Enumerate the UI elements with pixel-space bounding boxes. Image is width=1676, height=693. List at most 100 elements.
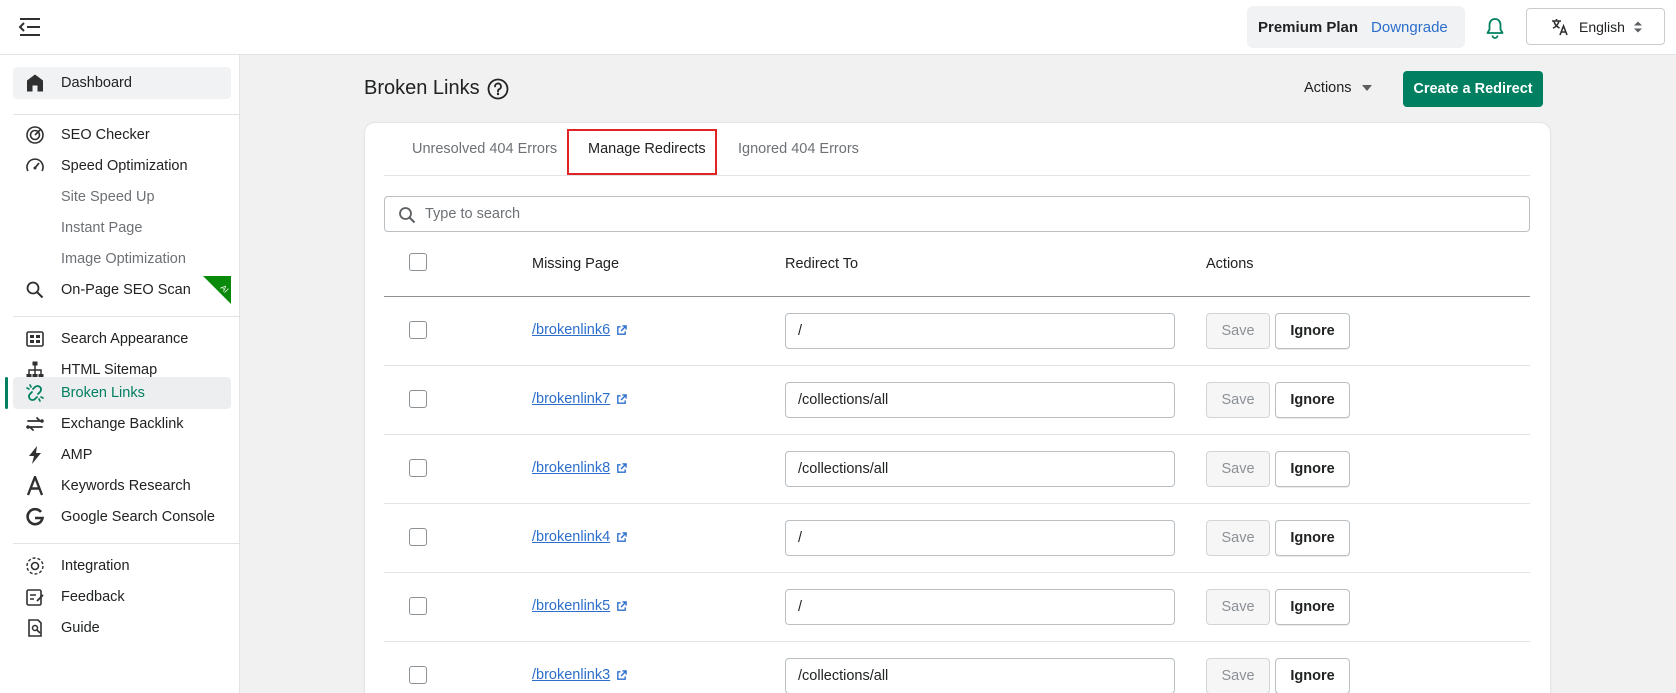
save-button[interactable]: Save <box>1206 589 1270 625</box>
row-checkbox[interactable] <box>409 390 427 408</box>
page-title: Broken Links <box>364 77 480 99</box>
actions-menu-label: Actions <box>1304 80 1352 96</box>
sidebar-item-label: Search Appearance <box>61 331 189 347</box>
redirect-to-input[interactable] <box>785 382 1175 418</box>
sidebar-item-label: Speed Optimization <box>61 158 188 174</box>
sidebar-item-label: Google Search Console <box>61 509 215 525</box>
missing-page-link[interactable]: /brokenlink7 <box>532 391 627 407</box>
column-header-actions: Actions <box>1206 256 1254 272</box>
external-link-icon <box>617 393 627 404</box>
search-box <box>384 196 1530 232</box>
sidebar-item-label: Exchange Backlink <box>61 416 184 432</box>
ai-badge: AI <box>203 276 231 304</box>
redirect-to-input[interactable] <box>785 520 1175 556</box>
row-checkbox[interactable] <box>409 459 427 477</box>
downgrade-link[interactable]: Downgrade <box>1371 19 1448 36</box>
sidebar-item-integration[interactable]: Integration <box>13 550 231 582</box>
save-button[interactable]: Save <box>1206 313 1270 349</box>
sidebar-item-exchange-backlink[interactable]: Exchange Backlink <box>13 408 231 440</box>
column-header-redirect-to: Redirect To <box>785 256 859 272</box>
sidebar-item-google-search-console[interactable]: Google Search Console <box>13 501 231 533</box>
active-indicator <box>5 377 8 409</box>
home-icon <box>27 74 43 92</box>
language-select[interactable]: English <box>1526 8 1665 45</box>
sidebar-divider <box>13 543 240 544</box>
create-redirect-button[interactable]: Create a Redirect <box>1403 71 1543 107</box>
sidebar-item-seo-checker[interactable]: SEO Checker <box>13 119 231 151</box>
row-checkbox[interactable] <box>409 597 427 615</box>
translate-icon <box>1552 18 1568 35</box>
sidebar-item-label: Keywords Research <box>61 478 191 494</box>
ignore-button[interactable]: Ignore <box>1275 658 1350 693</box>
search-input[interactable] <box>425 203 1515 225</box>
select-arrows-icon <box>1634 21 1642 33</box>
sidebar-item-search-appearance[interactable]: Search Appearance <box>13 323 231 355</box>
sidebar-item-speed-optimization[interactable]: Speed Optimization <box>13 150 231 182</box>
save-button[interactable]: Save <box>1206 520 1270 556</box>
sidebar-item-label: Dashboard <box>61 75 132 91</box>
sidebar-item-guide[interactable]: Guide <box>13 612 231 644</box>
menu-toggle-icon[interactable] <box>18 16 42 38</box>
help-icon[interactable] <box>487 78 509 100</box>
table-row: /brokenlink6 SaveIgnore <box>384 297 1530 366</box>
ignore-button[interactable]: Ignore <box>1275 589 1350 625</box>
row-checkbox[interactable] <box>409 666 427 684</box>
sidebar-item-label: Instant Page <box>61 220 143 236</box>
missing-page-link[interactable]: /brokenlink4 <box>532 529 627 545</box>
redirect-to-input[interactable] <box>785 313 1175 349</box>
sidebar-item-keywords-research[interactable]: Keywords Research <box>13 470 231 502</box>
sidebar-item-site-speed-up[interactable]: Site Speed Up <box>13 181 231 213</box>
save-button[interactable]: Save <box>1206 658 1270 693</box>
search-icon <box>399 207 416 224</box>
sidebar-item-dashboard[interactable]: Dashboard <box>13 67 231 99</box>
sidebar-item-on-page-seo-scan[interactable]: On-Page SEO Scan AI <box>13 274 231 306</box>
tab-unresolved-404-errors[interactable]: Unresolved 404 Errors <box>412 141 557 157</box>
table-row: /brokenlink7 SaveIgnore <box>384 366 1530 435</box>
missing-page-text: /brokenlink5 <box>532 598 611 614</box>
tab-highlight-box <box>567 129 717 175</box>
plan-box: Premium Plan Downgrade <box>1247 6 1465 48</box>
save-button[interactable]: Save <box>1206 451 1270 487</box>
redirect-to-input[interactable] <box>785 589 1175 625</box>
sidebar-item-instant-page[interactable]: Instant Page <box>13 212 231 244</box>
missing-page-link[interactable]: /brokenlink5 <box>532 598 627 614</box>
row-checkbox[interactable] <box>409 528 427 546</box>
ignore-button[interactable]: Ignore <box>1275 451 1350 487</box>
caret-down-icon <box>1361 85 1372 91</box>
bell-icon[interactable] <box>1485 17 1505 39</box>
table-row: /brokenlink4 SaveIgnore <box>384 504 1530 573</box>
redirect-to-input[interactable] <box>785 451 1175 487</box>
sidebar-item-amp[interactable]: AMP <box>13 439 231 471</box>
save-button[interactable]: Save <box>1206 382 1270 418</box>
row-checkbox[interactable] <box>409 321 427 339</box>
sidebar-item-label: SEO Checker <box>61 127 150 143</box>
tab-ignored-404-errors[interactable]: Ignored 404 Errors <box>738 141 859 157</box>
table-row: /brokenlink5 SaveIgnore <box>384 573 1530 642</box>
missing-page-link[interactable]: /brokenlink8 <box>532 460 627 476</box>
missing-page-link[interactable]: /brokenlink3 <box>532 667 627 683</box>
missing-page-text: /brokenlink8 <box>532 460 611 476</box>
ignore-button[interactable]: Ignore <box>1275 382 1350 418</box>
external-link-icon <box>617 531 627 542</box>
sidebar-item-feedback[interactable]: Feedback <box>13 581 231 613</box>
sidebar: Dashboard SEO Checker Speed Optimization… <box>0 55 240 693</box>
missing-page-link[interactable]: /brokenlink6 <box>532 322 627 338</box>
sidebar-item-label: Image Optimization <box>61 251 186 267</box>
ignore-button[interactable]: Ignore <box>1275 520 1350 556</box>
lightning-icon <box>29 446 41 464</box>
redirect-to-input[interactable] <box>785 658 1175 693</box>
ignore-button[interactable]: Ignore <box>1275 313 1350 349</box>
external-link-icon <box>617 324 627 335</box>
sidebar-item-image-optimization[interactable]: Image Optimization <box>13 243 231 275</box>
column-header-missing-page: Missing Page <box>532 256 620 272</box>
table-row: /brokenlink3 SaveIgnore <box>384 642 1530 693</box>
missing-page-text: /brokenlink3 <box>532 667 611 683</box>
top-bar: Premium Plan Downgrade English <box>0 0 1676 55</box>
external-link-icon <box>617 462 627 473</box>
missing-page-text: /brokenlink7 <box>532 391 611 407</box>
sidebar-item-broken-links[interactable]: Broken Links <box>13 377 231 409</box>
broken-link-icon <box>26 384 44 402</box>
letter-a-icon <box>26 476 44 496</box>
select-all-checkbox[interactable] <box>409 253 427 271</box>
actions-menu[interactable]: Actions <box>1304 80 1372 96</box>
